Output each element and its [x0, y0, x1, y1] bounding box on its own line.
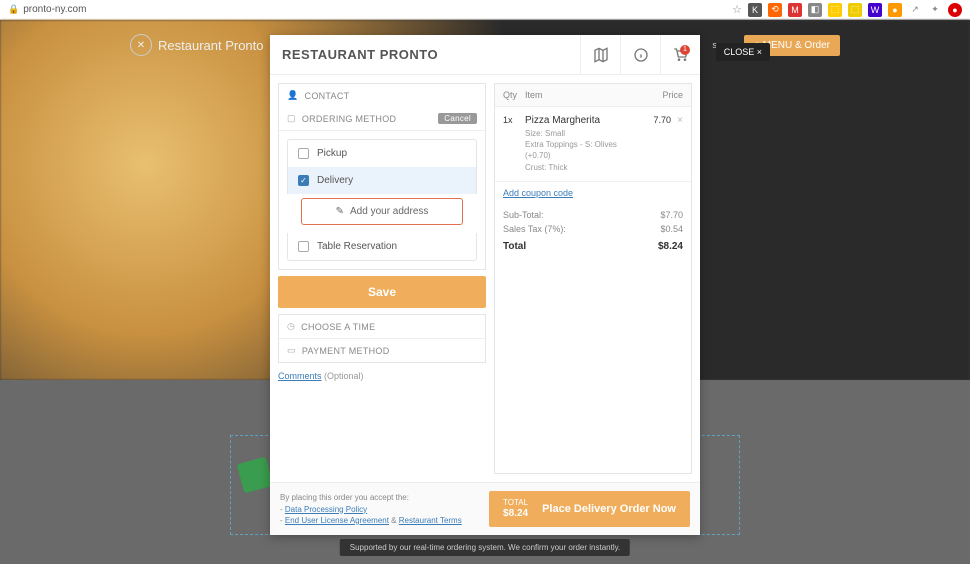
pickup-label: Pickup: [317, 148, 347, 159]
cancel-button[interactable]: Cancel: [438, 113, 477, 124]
checkout-steps-panel: 👤 CONTACT ▢ ORDERING METHOD Cancel Picku…: [278, 83, 486, 474]
bottom-banner: Supported by our real-time ordering syst…: [340, 539, 630, 556]
brand[interactable]: ✕ Restaurant Pronto: [130, 34, 264, 56]
card-icon: ▭: [287, 345, 296, 356]
table-label: Table Reservation: [317, 241, 397, 252]
cart-header: Qty Item Price: [495, 84, 691, 107]
checkbox-icon: [298, 148, 309, 159]
pencil-icon: ✎: [336, 206, 344, 217]
item-size: Size: Small: [525, 128, 631, 139]
tax-label: Sales Tax (7%):: [503, 224, 566, 234]
checkbox-icon: [298, 241, 309, 252]
add-address-button[interactable]: ✎ Add your address: [301, 198, 463, 225]
info-icon[interactable]: [620, 35, 660, 75]
contact-label: CONTACT: [305, 91, 350, 101]
total-value: $8.24: [658, 241, 683, 252]
checkbox-checked-icon: ✓: [298, 175, 309, 186]
item-extras: Extra Toppings - S: Olives (+0.70): [525, 139, 631, 161]
item-header: Item: [525, 90, 643, 100]
pickup-option[interactable]: Pickup: [287, 139, 477, 167]
add-address-label: Add your address: [350, 206, 428, 217]
dpp-link[interactable]: Data Processing Policy: [285, 505, 367, 514]
device-icon: ▢: [287, 113, 296, 124]
eula-link[interactable]: End User License Agreement: [285, 516, 389, 525]
cart-icon[interactable]: 1: [660, 35, 700, 75]
contact-section[interactable]: 👤 CONTACT: [279, 84, 485, 107]
url-bar[interactable]: 🔒 pronto-ny.com: [8, 4, 732, 15]
ext-icon[interactable]: ⬚: [848, 3, 862, 17]
terms-link[interactable]: Restaurant Terms: [399, 516, 462, 525]
close-button[interactable]: CLOSE ×: [716, 43, 770, 61]
place-order-button[interactable]: TOTAL $8.24 Place Delivery Order Now: [489, 491, 690, 527]
choose-time-section[interactable]: ◷ CHOOSE A TIME: [279, 315, 485, 338]
payment-label: PAYMENT METHOD: [302, 346, 390, 356]
qty-header: Qty: [503, 90, 525, 100]
item-name: Pizza Margherita: [525, 115, 631, 126]
ext-icon[interactable]: M: [788, 3, 802, 17]
subtotal-label: Sub-Total:: [503, 210, 544, 220]
url-text: pronto-ny.com: [23, 4, 86, 15]
delivery-option[interactable]: ✓ Delivery: [287, 167, 477, 194]
star-icon[interactable]: ☆: [732, 3, 742, 16]
footer-total-value: $8.24: [503, 508, 528, 519]
modal-footer: By placing this order you accept the: - …: [270, 482, 700, 535]
ext-icon[interactable]: ✦: [928, 3, 942, 17]
ext-icon[interactable]: ⟲: [768, 3, 782, 17]
ext-icon[interactable]: ●: [948, 3, 962, 17]
table-reservation-option[interactable]: Table Reservation: [287, 233, 477, 261]
comments-row: Comments (Optional): [278, 371, 486, 381]
brand-icon: ✕: [130, 34, 152, 56]
modal-title: RESTAURANT PRONTO: [270, 47, 438, 62]
comments-link[interactable]: Comments: [278, 371, 322, 381]
item-crust: Crust: Thick: [525, 162, 631, 173]
save-button[interactable]: Save: [278, 276, 486, 308]
remove-item-button[interactable]: ×: [671, 115, 683, 173]
ext-icon[interactable]: K: [748, 3, 762, 17]
legal-text: By placing this order you accept the: - …: [280, 492, 479, 526]
ext-icon[interactable]: ●: [888, 3, 902, 17]
ext-icon[interactable]: ⬚: [828, 3, 842, 17]
price-header: Price: [643, 90, 683, 100]
item-price: 7.70: [631, 115, 671, 173]
brand-name: Restaurant Pronto: [158, 38, 264, 53]
browser-extensions: ☆ K ⟲ M ◧ ⬚ ⬚ W ● ↗ ✦ ●: [732, 3, 962, 17]
place-order-label: Place Delivery Order Now: [542, 503, 676, 515]
browser-bar: 🔒 pronto-ny.com ☆ K ⟲ M ◧ ⬚ ⬚ W ● ↗ ✦ ●: [0, 0, 970, 20]
clock-icon: ◷: [287, 321, 295, 332]
cart-item: 1x Pizza Margherita Size: Small Extra To…: [495, 107, 691, 182]
item-qty: 1x: [503, 115, 525, 173]
lock-icon: 🔒: [8, 4, 19, 15]
ext-icon[interactable]: ◧: [808, 3, 822, 17]
ext-icon[interactable]: W: [868, 3, 882, 17]
subtotal-value: $7.70: [660, 210, 683, 220]
totals: Sub-Total: $7.70 Sales Tax (7%): $0.54 T…: [495, 204, 691, 262]
modal-header: RESTAURANT PRONTO 1: [270, 35, 700, 75]
person-icon: 👤: [287, 90, 299, 101]
map-icon[interactable]: [580, 35, 620, 75]
ordering-method-section: ▢ ORDERING METHOD Cancel: [279, 107, 485, 131]
cart-panel: Qty Item Price 1x Pizza Margherita Size:…: [494, 83, 692, 474]
comments-optional: (Optional): [324, 371, 364, 381]
cart-badge: 1: [680, 45, 690, 55]
footer-total-label: TOTAL: [503, 499, 528, 508]
order-modal: RESTAURANT PRONTO 1 👤 CONTACT ▢ ORDERING…: [270, 35, 700, 535]
ordering-method-label: ORDERING METHOD: [302, 114, 397, 124]
choose-time-label: CHOOSE A TIME: [301, 322, 375, 332]
delivery-label: Delivery: [317, 175, 353, 186]
payment-section[interactable]: ▭ PAYMENT METHOD: [279, 338, 485, 362]
add-coupon-link[interactable]: Add coupon code: [495, 182, 691, 204]
ext-icon[interactable]: ↗: [908, 3, 922, 17]
tax-value: $0.54: [660, 224, 683, 234]
total-label: Total: [503, 241, 526, 252]
